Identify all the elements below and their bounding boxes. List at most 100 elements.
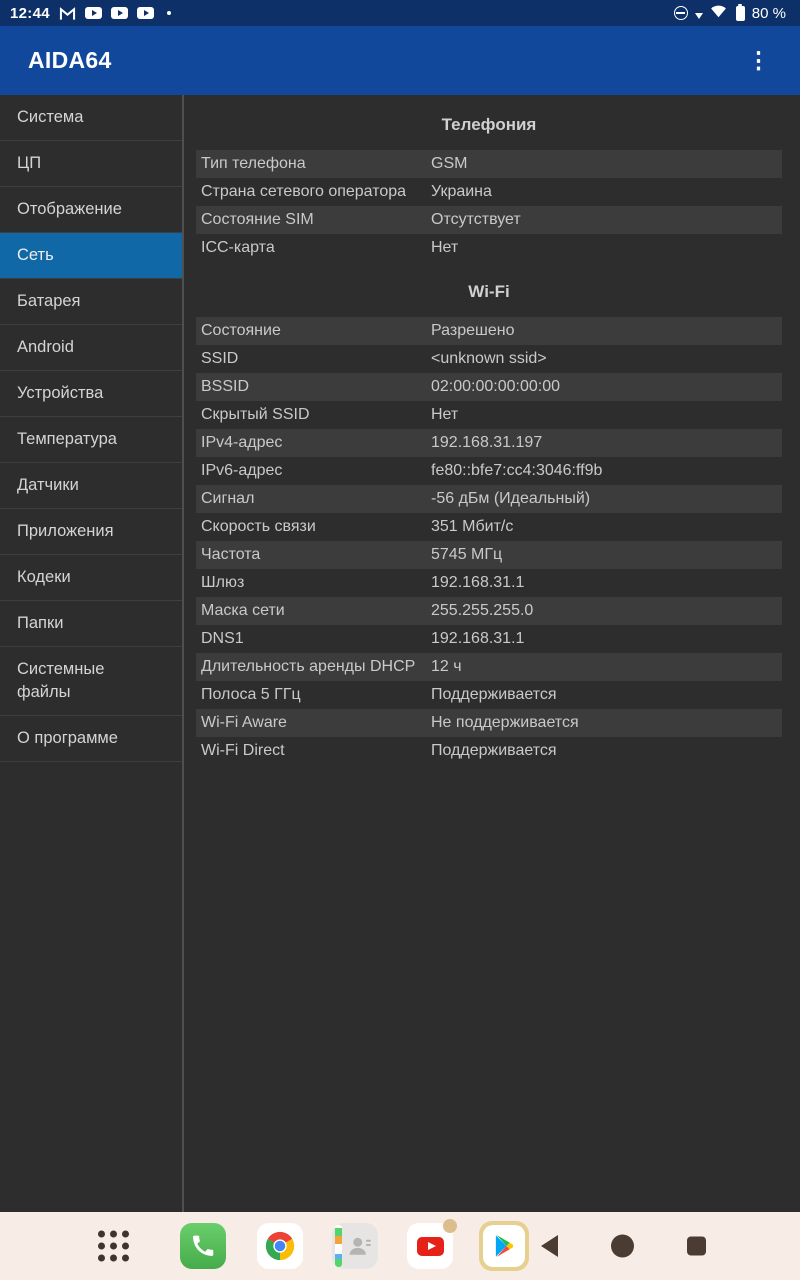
row-label: Состояние SIM <box>201 211 314 228</box>
contacts-icon[interactable] <box>332 1223 378 1269</box>
row-value: Разрешено <box>431 322 515 339</box>
sidebar-item-sensors[interactable]: Датчики <box>0 463 182 509</box>
row-value: Нет <box>431 406 459 423</box>
row-value: Поддерживается <box>431 742 557 759</box>
info-row[interactable]: Длительность аренды DHCP 12 ч <box>196 653 782 681</box>
status-time: 12:44 <box>10 4 50 22</box>
sidebar-item-about[interactable]: О программе <box>0 716 182 762</box>
back-icon[interactable] <box>541 1235 558 1257</box>
row-value: 351 Мбит/с <box>431 518 514 535</box>
row-value: 255.255.255.0 <box>431 602 534 619</box>
sidebar-item-system[interactable]: Система <box>0 95 182 141</box>
row-label: Маска сети <box>201 602 285 619</box>
row-label: Полоса 5 ГГц <box>201 686 301 703</box>
youtube-notification-icon <box>136 7 154 19</box>
gmail-notification-icon <box>59 6 76 21</box>
do-not-disturb-icon <box>673 6 688 20</box>
row-label: Длительность аренды DHCP <box>201 658 416 675</box>
row-label: BSSID <box>201 378 250 395</box>
sidebar-item-devices[interactable]: Устройства <box>0 371 182 417</box>
sidebar-item-codecs[interactable]: Кодеки <box>0 555 182 601</box>
phone-icon[interactable] <box>180 1223 226 1269</box>
app-body: Система ЦП Отображение Сеть Батарея Android Ус… <box>0 95 800 1212</box>
android-screen: 12:44 80 % AIDA64 ⋮ Система ЦП Отображение… <box>0 0 800 1280</box>
content: Телефония Тип телефона GSM Страна сетевого … <box>184 95 800 1212</box>
sidebar-item-cpu[interactable]: ЦП <box>0 141 182 187</box>
sidebar-item-temperature[interactable]: Температура <box>0 417 182 463</box>
row-value: Украина <box>431 183 492 200</box>
chrome-icon[interactable] <box>257 1223 303 1269</box>
info-row[interactable]: Wi-Fi Direct Поддерживается <box>196 737 782 765</box>
info-row[interactable]: Полоса 5 ГГц Поддерживается <box>196 681 782 709</box>
info-row[interactable]: Маска сети 255.255.255.0 <box>196 597 782 625</box>
youtube-notification-icon <box>84 7 102 19</box>
info-row[interactable]: BSSID 02:00:00:00:00:00 <box>196 373 782 401</box>
status-bar: 12:44 80 % <box>0 0 800 26</box>
sidebar-item-system-files[interactable]: Системные файлы <box>0 647 182 716</box>
row-value: 02:00:00:00:00:00 <box>431 378 561 395</box>
info-row[interactable]: Скорость связи 351 Мбит/с <box>196 513 782 541</box>
play-store-tile <box>483 1225 525 1267</box>
row-label: Сигнал <box>201 490 255 507</box>
youtube-play-icon <box>416 1236 444 1256</box>
info-row[interactable]: Шлюз 192.168.31.1 <box>196 569 782 597</box>
row-value: 192.168.31.197 <box>431 434 543 451</box>
sidebar-item-android[interactable]: Android <box>0 325 182 371</box>
row-value: Не поддерживается <box>431 714 579 731</box>
youtube-notification-icon <box>110 7 128 19</box>
row-label: DNS1 <box>201 630 244 647</box>
sidebar-item-network[interactable]: Сеть <box>0 233 182 279</box>
row-value: <unknown ssid> <box>431 350 547 367</box>
row-label: IPv4-адрес <box>201 434 283 451</box>
row-value: -56 дБм (Идеальный) <box>431 490 591 507</box>
section-title: Телефония <box>441 115 537 134</box>
sidebar-item-display[interactable]: Отображение <box>0 187 182 233</box>
battery-percent: 80 % <box>751 4 786 22</box>
play-store-icon[interactable] <box>479 1221 529 1271</box>
row-label: Wi-Fi Aware <box>201 714 287 731</box>
row-label: Частота <box>201 546 261 563</box>
row-label: Шлюз <box>201 574 245 591</box>
row-value: Нет <box>431 239 459 256</box>
sidebar-item-battery[interactable]: Батарея <box>0 279 182 325</box>
row-value: GSM <box>431 155 468 172</box>
info-row[interactable]: IPv4-адрес 192.168.31.197 <box>196 429 782 457</box>
status-bar-system-icons: 80 % <box>673 3 786 23</box>
row-value: 5745 МГц <box>431 546 503 563</box>
kebab-menu-icon[interactable]: ⋮ <box>739 45 778 76</box>
info-row[interactable]: ICC-карта Нет <box>196 234 782 262</box>
app-drawer-icon[interactable] <box>98 1230 129 1262</box>
row-label: IPv6-адрес <box>201 462 283 479</box>
row-value: 192.168.31.1 <box>431 630 525 647</box>
row-value: fe80::bfe7:cc4:3046:ff9b <box>431 462 603 479</box>
sidebar: Система ЦП Отображение Сеть Батарея Android Ус… <box>0 95 184 1212</box>
home-icon[interactable] <box>611 1234 634 1258</box>
row-value: 12 ч <box>431 658 462 675</box>
navigation-bar <box>0 1212 800 1280</box>
row-label: Wi-Fi Direct <box>201 742 285 759</box>
info-row[interactable]: Состояние SIM Отсутствует <box>196 206 782 234</box>
info-row[interactable]: Wi-Fi Aware Не поддерживается <box>196 709 782 737</box>
info-row[interactable]: Тип телефона GSM <box>196 150 782 178</box>
row-label: Скорость связи <box>201 518 316 535</box>
info-row[interactable]: Сигнал -56 дБм (Идеальный) <box>196 485 782 513</box>
info-row[interactable]: Частота 5745 МГц <box>196 541 782 569</box>
youtube-icon[interactable] <box>407 1219 457 1269</box>
info-row[interactable]: SSID <unknown ssid> <box>196 345 782 373</box>
info-row[interactable]: IPv6-адрес fe80::bfe7:cc4:3046:ff9b <box>196 457 782 485</box>
info-row[interactable]: Состояние Разрешено <box>196 317 782 345</box>
recents-icon[interactable] <box>687 1236 706 1256</box>
row-value: Поддерживается <box>431 686 557 703</box>
app-title: AIDA64 <box>28 47 112 73</box>
app-bar: AIDA64 ⋮ <box>0 26 800 95</box>
info-row[interactable]: DNS1 192.168.31.1 <box>196 625 782 653</box>
sidebar-item-folders[interactable]: Папки <box>0 601 182 647</box>
row-label: Скрытый SSID <box>201 406 310 423</box>
wifi-icon <box>710 3 727 23</box>
more-notifications-dot <box>166 11 171 15</box>
vpn-triangle-icon <box>694 13 703 19</box>
info-row[interactable]: Скрытый SSID Нет <box>196 401 782 429</box>
sidebar-item-apps[interactable]: Приложения <box>0 509 182 555</box>
status-bar-notifications: 12:44 <box>10 5 171 22</box>
info-row[interactable]: Страна сетевого оператора Украина <box>196 178 782 206</box>
